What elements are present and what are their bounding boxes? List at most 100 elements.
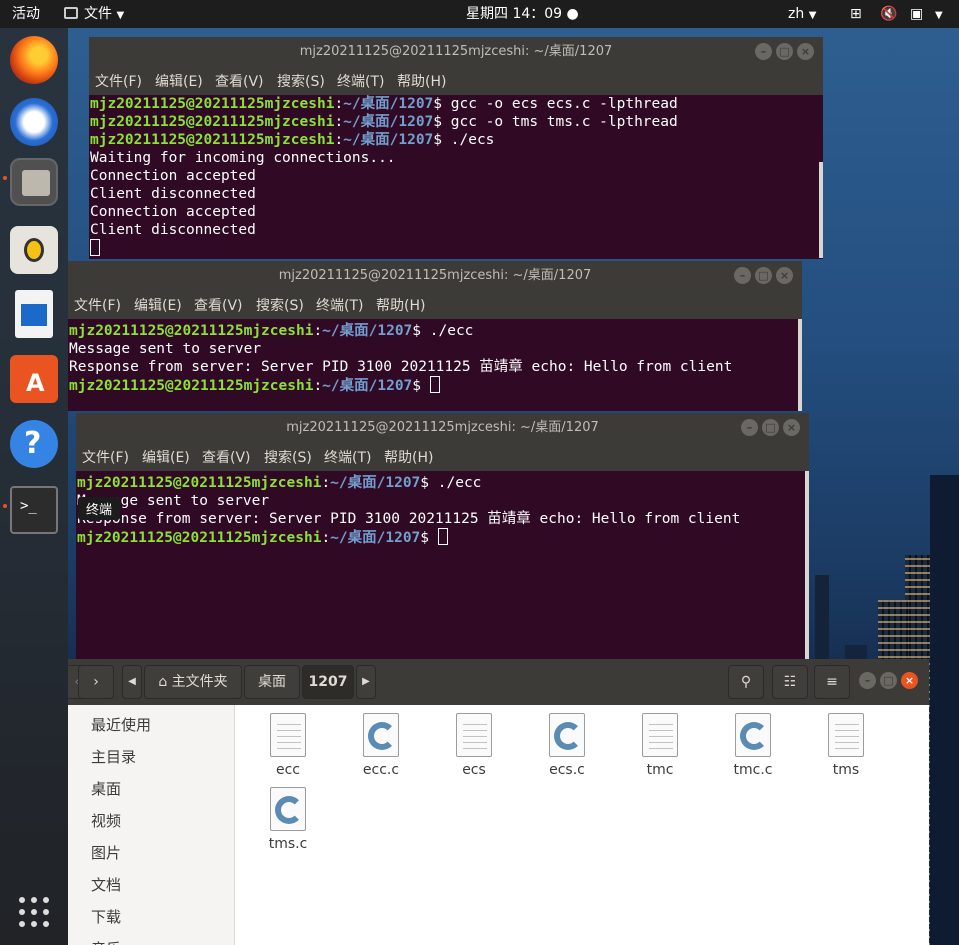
menu-file[interactable]: 文件(F) <box>95 71 142 91</box>
file-item-tms[interactable]: tms <box>806 707 886 781</box>
writer-icon[interactable] <box>15 290 53 338</box>
scrollbar[interactable] <box>805 471 809 659</box>
path-scroll-left-button[interactable]: ◀ <box>122 665 142 699</box>
menu-search[interactable]: 搜索(S) <box>256 295 304 315</box>
minimize-button[interactable]: – <box>741 419 758 436</box>
file-item-ecc[interactable]: ecc <box>248 707 328 781</box>
network-icon[interactable]: ⊞ <box>850 0 862 28</box>
terminal-output[interactable]: mjz20211125@20211125mjzceshi:~/桌面/1207$ … <box>76 474 809 659</box>
minimize-button[interactable]: – <box>734 267 751 284</box>
maximize-button[interactable]: □ <box>762 419 779 436</box>
menu-help[interactable]: 帮助(H) <box>384 447 433 467</box>
close-button[interactable]: × <box>901 672 918 689</box>
file-item-tmc[interactable]: tmc <box>620 707 700 781</box>
menu-button[interactable]: ≡ <box>814 665 850 699</box>
volume-icon[interactable]: 🔇 <box>880 0 897 28</box>
menu-terminal[interactable]: 终端(T) <box>337 71 384 91</box>
language-indicator[interactable]: zh ▼ <box>788 0 816 28</box>
file-item-ecs-c[interactable]: ecs.c <box>527 707 607 781</box>
question-mark: ? <box>24 426 42 461</box>
minimize-button[interactable]: – <box>755 43 772 60</box>
menu-edit[interactable]: 编辑(E) <box>142 447 190 467</box>
menu-edit[interactable]: 编辑(E) <box>134 295 182 315</box>
close-button[interactable]: × <box>776 267 793 284</box>
sidebar-item-home[interactable]: 主目录 <box>68 741 235 773</box>
help-icon[interactable]: ? <box>10 420 58 468</box>
menu-help[interactable]: 帮助(H) <box>397 71 446 91</box>
terminal-line: Client disconnected <box>90 186 256 202</box>
menu-search[interactable]: 搜索(S) <box>264 447 312 467</box>
window-title[interactable]: mjz20211125@20211125mjzceshi: ~/桌面/1207 <box>89 37 823 67</box>
maximize-button[interactable]: □ <box>755 267 772 284</box>
software-icon[interactable]: A <box>10 355 58 403</box>
terminal-output[interactable]: mjz20211125@20211125mjzceshi:~/桌面/1207$ … <box>68 322 802 411</box>
sidebar-item-label: 图片 <box>91 844 122 862</box>
menu-file[interactable]: 文件(F) <box>74 295 121 315</box>
menu-bar: 文件(F) 编辑(E) 查看(V) 搜索(S) 终端(T) 帮助(H) <box>76 443 809 471</box>
window-controls: – □ × <box>859 672 921 690</box>
file-name: ecs.c <box>549 762 585 778</box>
breadcrumb-current[interactable]: 1207 <box>302 665 354 699</box>
menu-terminal[interactable]: 终端(T) <box>324 447 371 467</box>
files-icon[interactable] <box>10 158 58 206</box>
app-menu[interactable]: 文件 ▼ <box>64 0 124 28</box>
menu-help[interactable]: 帮助(H) <box>376 295 425 315</box>
terminal-icon[interactable]: >_ <box>10 486 58 534</box>
rhythmbox-icon[interactable] <box>10 226 58 274</box>
breadcrumb-desktop[interactable]: 桌面 <box>244 665 300 699</box>
maximize-button[interactable]: □ <box>880 672 897 689</box>
file-item-ecc-c[interactable]: ecc.c <box>341 707 421 781</box>
activities-button[interactable]: 活动 <box>12 0 40 28</box>
sidebar-item-desktop[interactable]: 桌面 <box>68 773 235 805</box>
sidebar-item-videos[interactable]: 视频 <box>68 805 235 837</box>
file-item-tms-c[interactable]: tms.c <box>248 781 328 855</box>
breadcrumb-home-label: 主文件夹 <box>171 674 228 690</box>
scrollbar[interactable] <box>798 319 802 411</box>
scrollbar[interactable] <box>819 162 823 258</box>
sidebar-item-downloads[interactable]: 下载 <box>68 901 235 933</box>
home-icon: ⌂ <box>158 674 168 690</box>
text-cursor <box>90 239 100 256</box>
menu-search[interactable]: 搜索(S) <box>277 71 325 91</box>
battery-icon[interactable]: ▣ <box>910 0 923 28</box>
menu-view[interactable]: 查看(V) <box>194 295 243 315</box>
menu-view[interactable]: 查看(V) <box>202 447 251 467</box>
menu-file[interactable]: 文件(F) <box>82 447 129 467</box>
clock[interactable]: 星期四 14：09 ● <box>466 0 579 28</box>
sidebar-item-pictures[interactable]: 图片 <box>68 837 235 869</box>
file-item-ecs[interactable]: ecs <box>434 707 514 781</box>
app-grid-glyph <box>19 897 49 927</box>
breadcrumb-home[interactable]: ⌂ 主文件夹 <box>144 665 242 699</box>
view-toggle-button[interactable]: ☷ <box>772 665 808 699</box>
search-button[interactable]: ⚲ <box>728 665 764 699</box>
terminal-window-1[interactable]: mjz20211125@20211125mjzceshi: ~/桌面/1207 … <box>89 37 823 259</box>
firefox-icon[interactable] <box>10 36 58 84</box>
menu-view[interactable]: 查看(V) <box>215 71 264 91</box>
file-item-tmc-c[interactable]: tmc.c <box>713 707 793 781</box>
chevron-down-icon: ▼ <box>116 10 125 21</box>
sidebar-item-label: 主目录 <box>91 748 137 766</box>
forward-button[interactable]: › <box>78 665 114 699</box>
sidebar-item-music[interactable]: 音乐 <box>68 933 235 945</box>
thunderbird-icon[interactable] <box>10 98 58 146</box>
file-manager-window[interactable]: ‹ › ◀ ⌂ 主文件夹 桌面 1207 ▶ ⚲ ☷ ≡ – □ × 最近使用 … <box>68 659 929 945</box>
menu-terminal[interactable]: 终端(T) <box>316 295 363 315</box>
sidebar-item-documents[interactable]: 文档 <box>68 869 235 901</box>
path-scroll-right-button[interactable]: ▶ <box>356 665 376 699</box>
terminal-line: mjz20211125@20211125mjzceshi:~/桌面/1207$ … <box>90 96 678 112</box>
close-button[interactable]: × <box>783 419 800 436</box>
close-button[interactable]: × <box>797 43 814 60</box>
menu-bar: 文件(F) 编辑(E) 查看(V) 搜索(S) 终端(T) 帮助(H) <box>68 291 802 319</box>
minimize-button[interactable]: – <box>859 672 876 689</box>
terminal-window-2[interactable]: mjz20211125@20211125mjzceshi: ~/桌面/1207 … <box>68 261 802 411</box>
system-menu-chevron-icon[interactable]: ▼ <box>935 0 943 28</box>
sidebar-item-recent[interactable]: 最近使用 <box>68 709 235 741</box>
menu-edit[interactable]: 编辑(E) <box>155 71 203 91</box>
app-grid-icon[interactable] <box>18 896 50 928</box>
window-title[interactable]: mjz20211125@20211125mjzceshi: ~/桌面/1207 <box>76 413 809 443</box>
terminal-window-3[interactable]: mjz20211125@20211125mjzceshi: ~/桌面/1207 … <box>76 413 809 659</box>
file-name: tms.c <box>268 836 308 852</box>
terminal-output[interactable]: mjz20211125@20211125mjzceshi:~/桌面/1207$ … <box>89 95 823 259</box>
maximize-button[interactable]: □ <box>776 43 793 60</box>
window-title[interactable]: mjz20211125@20211125mjzceshi: ~/桌面/1207 <box>68 261 802 291</box>
